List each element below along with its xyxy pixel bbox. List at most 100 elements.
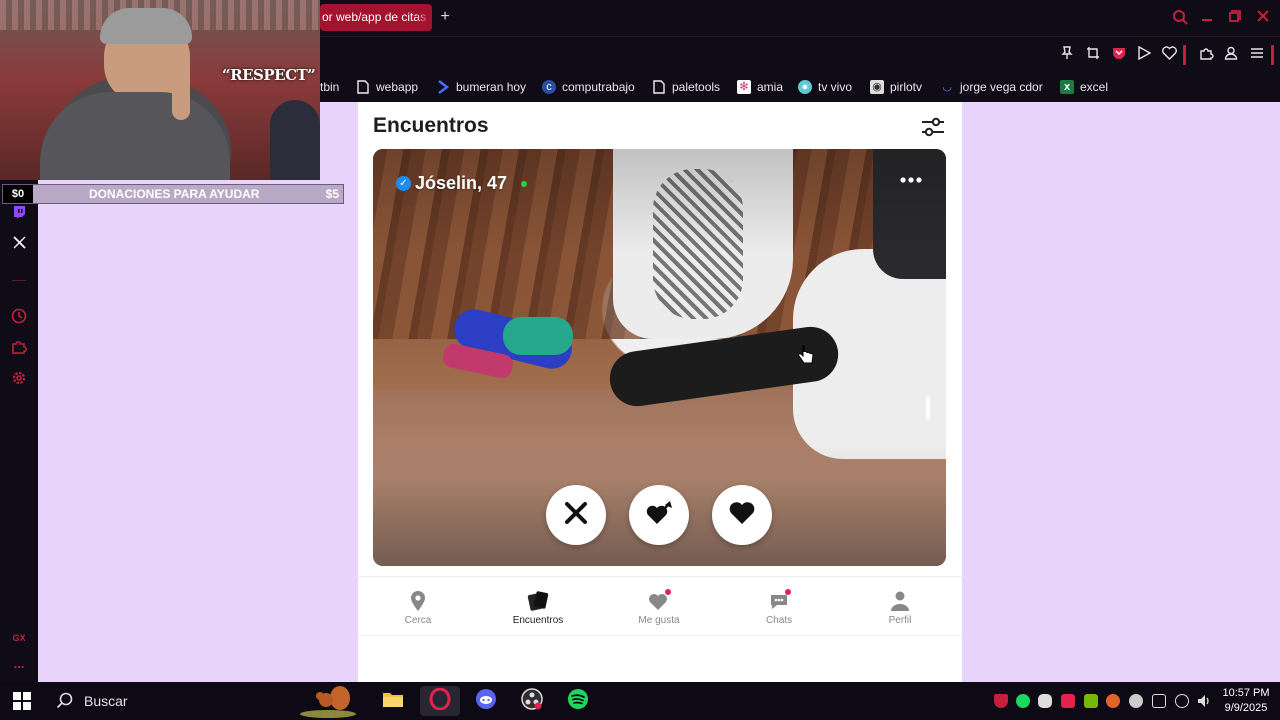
tray-network-icon[interactable] <box>1152 694 1166 708</box>
nav-encuentros[interactable]: Encuentros <box>488 585 588 633</box>
pirlotv-icon: ◉ <box>870 80 884 94</box>
heart-icon[interactable] <box>1160 46 1178 64</box>
photo-scroll-indicator[interactable] <box>926 396 930 420</box>
hand-cursor-icon <box>797 344 815 367</box>
taskbar-clock[interactable]: 10:57 PM 9/9/2025 <box>1218 686 1274 716</box>
excel-icon: x <box>1060 80 1074 94</box>
x-twitter-icon[interactable] <box>9 235 29 255</box>
twitch-icon[interactable] <box>9 205 29 225</box>
page-icon <box>356 80 370 94</box>
windows-start-icon[interactable] <box>12 691 32 711</box>
nav-chats[interactable]: Chats <box>729 585 829 633</box>
bookmark-bumeran-hoy[interactable]: bumeran hoy <box>436 77 526 97</box>
taskbar-discord[interactable] <box>466 686 506 716</box>
nav-label: Encuentros <box>512 615 564 626</box>
tray-nvidia-icon[interactable] <box>1084 694 1098 708</box>
play-icon[interactable] <box>1135 45 1153 64</box>
amia-icon: ✻ <box>737 80 751 94</box>
tray-discord-icon[interactable] <box>1038 694 1052 708</box>
new-tab-button[interactable]: + <box>436 8 454 26</box>
bumeran-icon <box>436 80 450 94</box>
pocket-icon[interactable] <box>1110 46 1128 64</box>
donation-current: $0 <box>3 185 33 203</box>
settings-gear-icon[interactable] <box>9 370 29 390</box>
sidebar-divider <box>12 280 26 281</box>
bookmark-webapp[interactable]: webapp <box>356 77 418 97</box>
menu-icon[interactable] <box>1248 46 1266 64</box>
nav-cerca[interactable]: Cerca <box>368 585 468 633</box>
close-icon[interactable] <box>1254 9 1272 27</box>
crush-button[interactable] <box>629 485 689 545</box>
bookmark-label: pirlotv <box>890 80 923 94</box>
webcam-person-body <box>40 92 230 180</box>
profile-card[interactable]: ✓ Jóselin, 47 <box>373 149 946 566</box>
account-icon[interactable] <box>1222 46 1240 64</box>
like-button[interactable] <box>712 485 772 545</box>
app-page: Encuentros ✓ Jóselin, 47 Cerca Encuentro… <box>358 102 962 682</box>
extensions-icon[interactable] <box>9 339 29 359</box>
history-icon[interactable] <box>9 308 29 328</box>
filter-sliders-icon[interactable] <box>920 114 946 140</box>
discord-icon <box>475 688 497 715</box>
volume-icon[interactable] <box>1197 694 1211 708</box>
bookmark-jorge-vega-cdor[interactable]: ◡ jorge vega cdor <box>940 77 1043 97</box>
minimize-icon[interactable] <box>1198 9 1216 27</box>
webcam-overlay: “RESPECT” <box>0 0 320 180</box>
more-options-icon[interactable] <box>899 171 923 189</box>
bookmark-label: tbin <box>320 80 340 94</box>
tray-shield-icon[interactable] <box>994 694 1008 708</box>
donation-label: DONACIONES PARA AYUDAR <box>89 187 260 201</box>
person-icon <box>888 589 912 613</box>
tray-steam-icon[interactable] <box>1129 694 1143 708</box>
heart-icon <box>728 500 756 531</box>
bookmark-excel[interactable]: x excel <box>1060 77 1108 97</box>
online-status-dot <box>521 181 527 187</box>
computrabajo-icon: c <box>542 80 556 94</box>
tray-app-icon[interactable] <box>1061 694 1075 708</box>
search-icon[interactable] <box>1171 9 1189 27</box>
cards-icon <box>526 589 550 613</box>
tray-app-icon[interactable] <box>1175 694 1189 708</box>
notification-badge <box>785 589 791 595</box>
taskbar-spotify[interactable] <box>558 686 598 716</box>
bookmark-label: webapp <box>376 80 419 94</box>
search-icon <box>56 691 74 712</box>
bookmark-paletools[interactable]: paletools <box>652 77 720 97</box>
more-icon[interactable]: ... <box>9 657 29 678</box>
donation-bar: $0 DONACIONES PARA AYUDAR $5 <box>2 184 344 204</box>
extensions-icon[interactable] <box>1197 46 1215 64</box>
tray-spotify-icon[interactable] <box>1016 694 1030 708</box>
nav-perfil[interactable]: Perfil <box>850 585 950 633</box>
bookmark-computrabajo[interactable]: c computrabajo <box>542 77 635 97</box>
pin-icon[interactable] <box>1058 46 1076 64</box>
obs-icon <box>521 687 543 715</box>
gx-label[interactable]: GX <box>9 628 29 648</box>
clock-date: 9/9/2025 <box>1224 702 1268 714</box>
opera-gx-icon <box>429 687 451 715</box>
profile-name: Jóselin, 47 <box>415 173 508 193</box>
bookmark-label: bumeran hoy <box>456 80 527 94</box>
heart-arrow-icon <box>644 499 674 532</box>
restore-icon[interactable] <box>1226 9 1244 27</box>
clock-time: 10:57 PM <box>1222 687 1270 699</box>
bookmark-pirlotv[interactable]: ◉ pirlotv <box>870 77 922 97</box>
taskbar-obs[interactable] <box>512 686 552 716</box>
bookmark-label: paletools <box>672 80 721 94</box>
taskbar-opera-gx[interactable] <box>420 686 460 716</box>
taskbar-file-explorer[interactable] <box>373 686 413 716</box>
nav-me-gusta[interactable]: Me gusta <box>609 585 709 633</box>
hearts-icon <box>647 589 671 613</box>
bookmark-tbin[interactable]: tbin <box>320 77 339 97</box>
page-icon <box>652 80 666 94</box>
bookmark-tv-vivo[interactable]: ● tv vivo <box>798 77 852 97</box>
spotify-icon <box>567 688 589 715</box>
tab-active[interactable]: or web/app de citas <box>320 4 432 31</box>
squirrel-widget-icon[interactable] <box>298 684 358 718</box>
bookmark-amia[interactable]: ✻ amia <box>737 77 783 97</box>
bookmark-label: jorge vega cdor <box>960 80 1043 94</box>
snapshot-icon[interactable] <box>1084 46 1102 64</box>
folder-icon <box>382 690 404 713</box>
donation-goal: $5 <box>325 187 339 201</box>
tray-app-icon[interactable] <box>1106 694 1120 708</box>
dislike-button[interactable] <box>546 485 606 545</box>
